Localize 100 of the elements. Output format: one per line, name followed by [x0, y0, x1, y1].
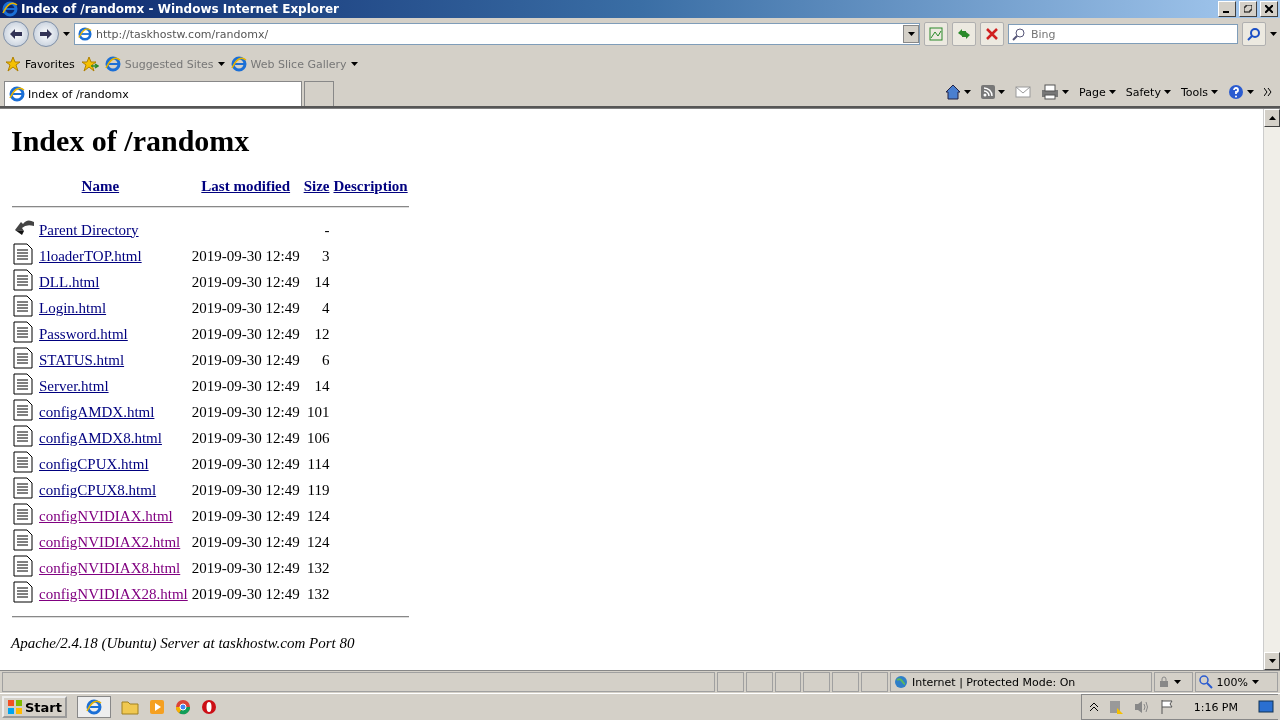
restore-button[interactable]	[1239, 1, 1257, 17]
file-link[interactable]: Server.html	[39, 377, 109, 394]
search-button[interactable]	[1242, 22, 1266, 46]
caret-icon	[1062, 90, 1070, 94]
document-icon	[13, 425, 33, 447]
browser-icon[interactable]	[201, 699, 217, 715]
file-size: 4	[322, 299, 330, 316]
back-icon	[10, 29, 22, 39]
file-link[interactable]: DLL.html	[39, 273, 100, 290]
column-sort-link[interactable]: Last modified	[201, 178, 291, 194]
add-favorite-icon[interactable]	[80, 56, 99, 72]
file-link[interactable]: configNVIDIAX8.html	[39, 559, 181, 576]
show-desktop-icon[interactable]	[1258, 700, 1274, 714]
page-heading: Index of /randomx	[11, 124, 251, 158]
close-icon	[1265, 5, 1273, 13]
show-hidden-icons[interactable]	[1089, 702, 1098, 712]
command-menu[interactable]: Safety	[1125, 85, 1171, 99]
file-link[interactable]: Login.html	[39, 299, 107, 316]
document-icon	[13, 529, 33, 551]
ie-icon	[104, 56, 121, 72]
windows-logo	[7, 699, 23, 715]
home-button[interactable]	[945, 84, 972, 100]
favorites-button[interactable]: Favorites	[5, 56, 75, 72]
file-link[interactable]: Parent Directory	[39, 221, 139, 238]
stop-button[interactable]	[980, 22, 1004, 46]
minimize-button[interactable]	[1218, 1, 1236, 17]
address-field[interactable]: http://taskhostw.com/randomx/	[74, 23, 920, 45]
close-button[interactable]	[1260, 1, 1278, 17]
caret-icon	[907, 32, 915, 36]
file-link[interactable]: configCPUX8.html	[39, 481, 157, 498]
print-button[interactable]	[1041, 84, 1070, 100]
back-button[interactable]	[3, 21, 29, 47]
file-link[interactable]: configAMDX.html	[39, 403, 155, 420]
modified-date: 2019-09-30 12:49	[191, 247, 300, 264]
modified-date: 2019-09-30 12:49	[191, 585, 300, 602]
modified-date: 2019-09-30 12:49	[191, 273, 300, 290]
flag-icon[interactable]	[1159, 699, 1174, 715]
modified-date: 2019-09-30 12:49	[191, 377, 300, 394]
file-link[interactable]: Password.html	[39, 325, 128, 342]
up-arrow-icon	[1268, 116, 1276, 120]
ie-icon	[86, 699, 102, 715]
search-field[interactable]: Bing	[1008, 24, 1238, 44]
file-link[interactable]: configNVIDIAX28.html	[39, 585, 188, 602]
caret-icon	[63, 32, 70, 36]
file-link[interactable]: configCPUX.html	[39, 455, 149, 472]
modified-date: 2019-09-30 12:49	[191, 351, 300, 368]
document-icon	[13, 321, 33, 343]
column-sort-link[interactable]: Description	[333, 178, 408, 194]
forward-button[interactable]	[33, 21, 59, 47]
scroll-up-button[interactable]	[1264, 109, 1280, 127]
column-sort-link[interactable]: Size	[303, 178, 330, 194]
feeds-button[interactable]	[981, 85, 1006, 99]
file-link[interactable]: configNVIDIAX2.html	[39, 533, 181, 550]
file-size: 132	[307, 585, 330, 602]
status-pane	[803, 672, 831, 692]
file-link[interactable]: 1loaderTOP.html	[39, 247, 142, 264]
document-icon	[13, 373, 33, 395]
column-sort-link[interactable]: Name	[81, 178, 120, 194]
refresh-button[interactable]	[952, 22, 976, 46]
file-link[interactable]: configNVIDIAX.html	[39, 507, 173, 524]
protected-mode-button[interactable]	[1154, 672, 1193, 692]
dropdown-button[interactable]	[903, 25, 919, 43]
zoom-level-button[interactable]: 100%	[1194, 672, 1278, 692]
caret-icon	[964, 90, 972, 94]
caret-icon	[998, 90, 1006, 94]
caret-icon	[1108, 90, 1116, 94]
document-icon	[13, 581, 33, 603]
help-button[interactable]	[1228, 84, 1254, 100]
server-signature: Apache/2.4.18 (Ubuntu) Server at taskhostw.com Port 80	[11, 635, 356, 652]
file-size: 3	[322, 247, 330, 264]
status-pane	[861, 672, 888, 692]
command-menu[interactable]: Tools	[1180, 85, 1218, 99]
modified-date: 2019-09-30 12:49	[191, 559, 300, 576]
modified-date: 2019-09-30 12:49	[191, 455, 300, 472]
browser-icon[interactable]	[175, 699, 191, 715]
envelope-icon	[1015, 86, 1032, 98]
home-icon	[945, 84, 962, 100]
printer-icon	[1041, 84, 1060, 100]
caret-icon	[1252, 680, 1260, 684]
file-size: 119	[307, 481, 330, 498]
compatibility-view-button[interactable]	[924, 22, 948, 46]
file-size: 106	[307, 429, 330, 446]
start-button[interactable]: Start	[2, 696, 67, 718]
chevron-icon[interactable]	[1264, 88, 1272, 96]
globe-icon	[894, 675, 908, 689]
file-size: 101	[307, 403, 330, 420]
browser-tab[interactable]: Index of /randomx	[4, 81, 302, 106]
command-menu[interactable]: Page	[1079, 85, 1116, 99]
clock: 1:16 PM	[1192, 700, 1239, 714]
status-pane	[774, 672, 802, 692]
file-link[interactable]: configAMDX8.html	[39, 429, 162, 446]
scroll-down-button[interactable]	[1264, 652, 1280, 670]
refresh-icon	[957, 27, 971, 41]
ie-icon	[2, 1, 18, 17]
taskbar-app-button[interactable]	[77, 696, 111, 718]
file-size: 6	[322, 351, 330, 368]
file-link[interactable]: STATUS.html	[39, 351, 125, 368]
caret-icon	[1163, 90, 1171, 94]
window-title: Index of /randomx - Windows Internet Explorer	[21, 2, 341, 16]
caret-icon	[1247, 90, 1254, 94]
